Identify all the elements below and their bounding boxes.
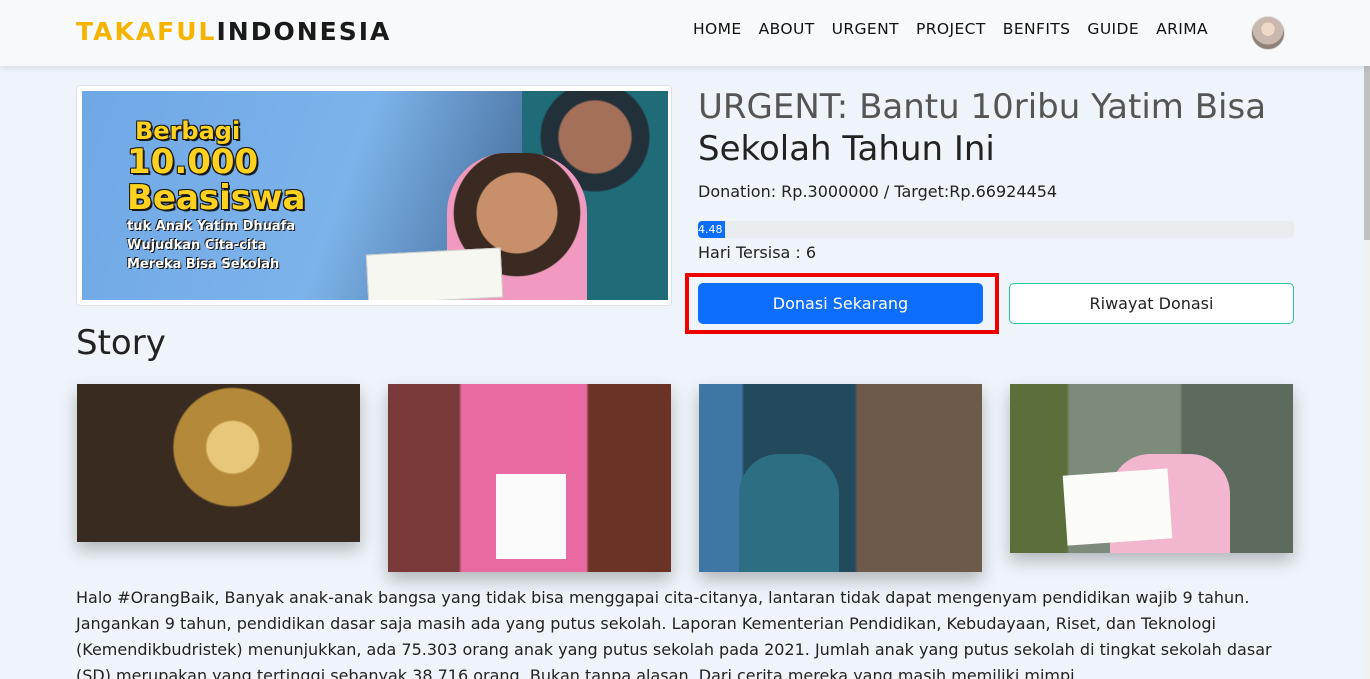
story-image-4-paper [1062, 468, 1173, 546]
nav-about[interactable]: ABOUT [759, 20, 815, 38]
story-image-2 [388, 384, 671, 572]
campaign-title: URGENT: Bantu 10ribu Yatim Bisa Sekolah … [698, 86, 1318, 170]
banner-line-4: tuk Anak Yatim Dhuafa [127, 219, 296, 234]
nav-benfits[interactable]: BENFITS [1003, 20, 1071, 38]
banner-line-1: Berbagi [135, 117, 241, 145]
navbar: TAKAFULINDONESIA HOME ABOUT URGENT PROJE… [0, 0, 1370, 66]
story-text: Halo #OrangBaik, Banyak anak-anak bangsa… [76, 588, 1272, 679]
brand-part1: TAKAFUL [76, 17, 217, 46]
story-image-4 [1010, 384, 1293, 553]
nav-project[interactable]: PROJECT [916, 20, 986, 38]
story-image-2-paper [496, 474, 566, 559]
brand-part2: INDONESIA [216, 17, 392, 46]
story-image-1 [77, 384, 360, 542]
banner-line-5: Wujudkan Cita-cita [127, 238, 267, 253]
donate-now-button[interactable]: Donasi Sekarang [698, 283, 983, 324]
donation-progress: 4.48 [698, 221, 1294, 238]
nav-guide[interactable]: GUIDE [1087, 20, 1139, 38]
nav-urgent[interactable]: URGENT [832, 20, 899, 38]
donation-history-button[interactable]: Riwayat Donasi [1009, 283, 1294, 324]
story-image-3 [699, 384, 982, 572]
page-scrollbar[interactable] [1364, 0, 1370, 679]
user-avatar[interactable] [1251, 16, 1285, 50]
nav-links: HOME ABOUT URGENT PROJECT BENFITS GUIDE … [693, 20, 1225, 38]
story-image-3-shirt [739, 454, 839, 572]
brand-logo[interactable]: TAKAFULINDONESIA [76, 17, 391, 46]
nav-home[interactable]: HOME [693, 20, 742, 38]
banner-line-2: 10.000 [127, 142, 259, 182]
campaign-banner-image: Berbagi 10.000 Beasiswa tuk Anak Yatim D… [82, 91, 668, 300]
nav-user-name[interactable]: ARIMA [1156, 20, 1208, 38]
banner-line-3: Beasiswa [127, 178, 306, 218]
campaign-title-line1: URGENT: Bantu 10ribu Yatim Bisa [698, 87, 1267, 127]
story-heading: Story [76, 323, 166, 363]
campaign-image-frame: Berbagi 10.000 Beasiswa tuk Anak Yatim D… [76, 85, 672, 306]
banner-paper [365, 247, 504, 300]
banner-line-6: Mereka Bisa Sekolah [127, 257, 280, 272]
banner-text: Berbagi 10.000 Beasiswa tuk Anak Yatim D… [127, 119, 305, 272]
donation-amount-text: Donation: Rp.3000000 / Target:Rp.6692445… [698, 182, 1058, 201]
donation-progress-bar: 4.48 [698, 221, 725, 238]
campaign-title-line2: Sekolah Tahun Ini [698, 129, 995, 169]
days-left-text: Hari Tersisa : 6 [698, 243, 817, 262]
